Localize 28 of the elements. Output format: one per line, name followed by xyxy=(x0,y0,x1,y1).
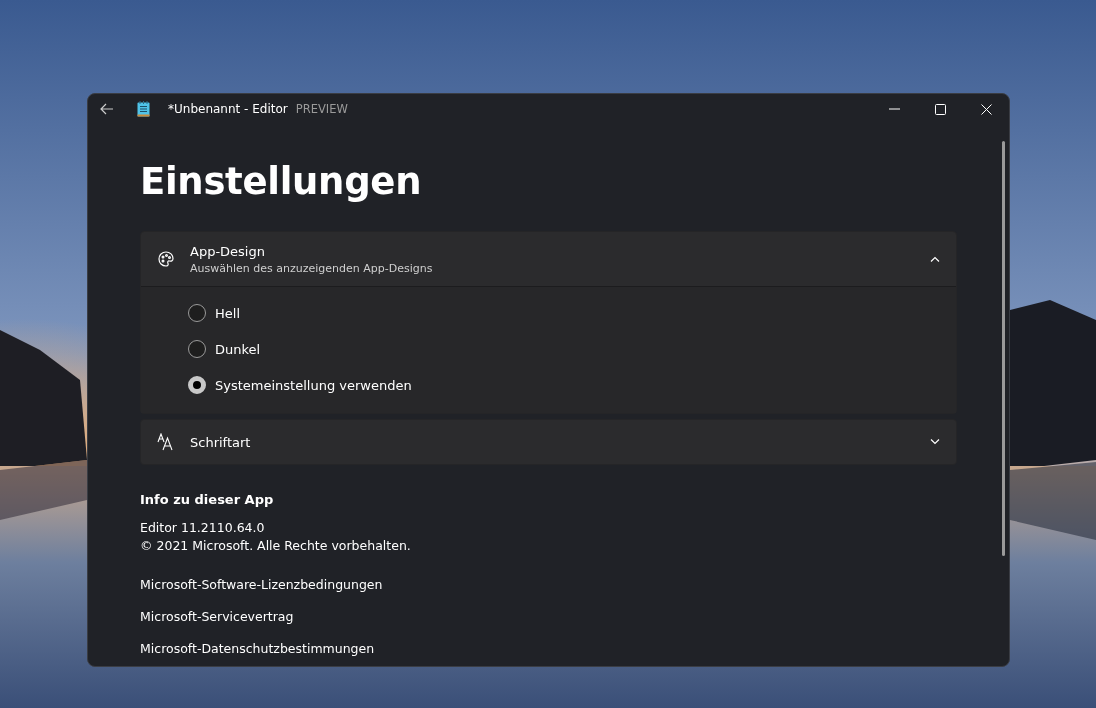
palette-icon xyxy=(157,250,175,268)
scrollbar[interactable] xyxy=(1002,141,1005,556)
expander-header[interactable]: Schriftart xyxy=(141,420,956,464)
minimize-icon xyxy=(888,108,900,110)
preview-label: PREVIEW xyxy=(295,102,348,116)
radio-button[interactable] xyxy=(188,376,206,394)
notepad-icon xyxy=(137,101,150,117)
setting-description: Auswählen des anzuzeigenden App-Designs xyxy=(190,261,434,275)
setting-title: App-Design xyxy=(190,243,266,259)
radio-label: Dunkel xyxy=(215,341,261,357)
copyright-text: © 2021 Microsoft. Alle Rechte vorbehalten. xyxy=(140,537,412,555)
version-text: Editor 11.2110.64.0 xyxy=(140,519,266,537)
link[interactable]: Microsoft-Software-Lizenzbedingungen xyxy=(140,576,383,594)
font-icon xyxy=(157,433,175,451)
link[interactable]: Microsoft-Servicevertrag xyxy=(140,608,294,626)
radio-button[interactable] xyxy=(188,304,206,322)
window-title: *Unbenannt - Editor xyxy=(168,102,288,116)
close-icon xyxy=(980,103,992,115)
maximize-icon xyxy=(934,103,946,115)
link[interactable]: Microsoft-Datenschutzbestimmungen xyxy=(140,640,375,658)
radio-label: Hell xyxy=(215,305,240,321)
back-icon xyxy=(100,103,114,115)
radio-button[interactable] xyxy=(188,340,206,358)
expander-header[interactable]: App-Design Auswählen des anzuzeigenden App-Designs xyxy=(141,232,956,286)
setting-title: Schriftart xyxy=(190,434,252,450)
section-heading: Info zu dieser App xyxy=(140,492,275,507)
page-title: Einstellungen xyxy=(140,160,423,203)
radio-label: Systemeinstellung verwenden xyxy=(215,377,412,393)
